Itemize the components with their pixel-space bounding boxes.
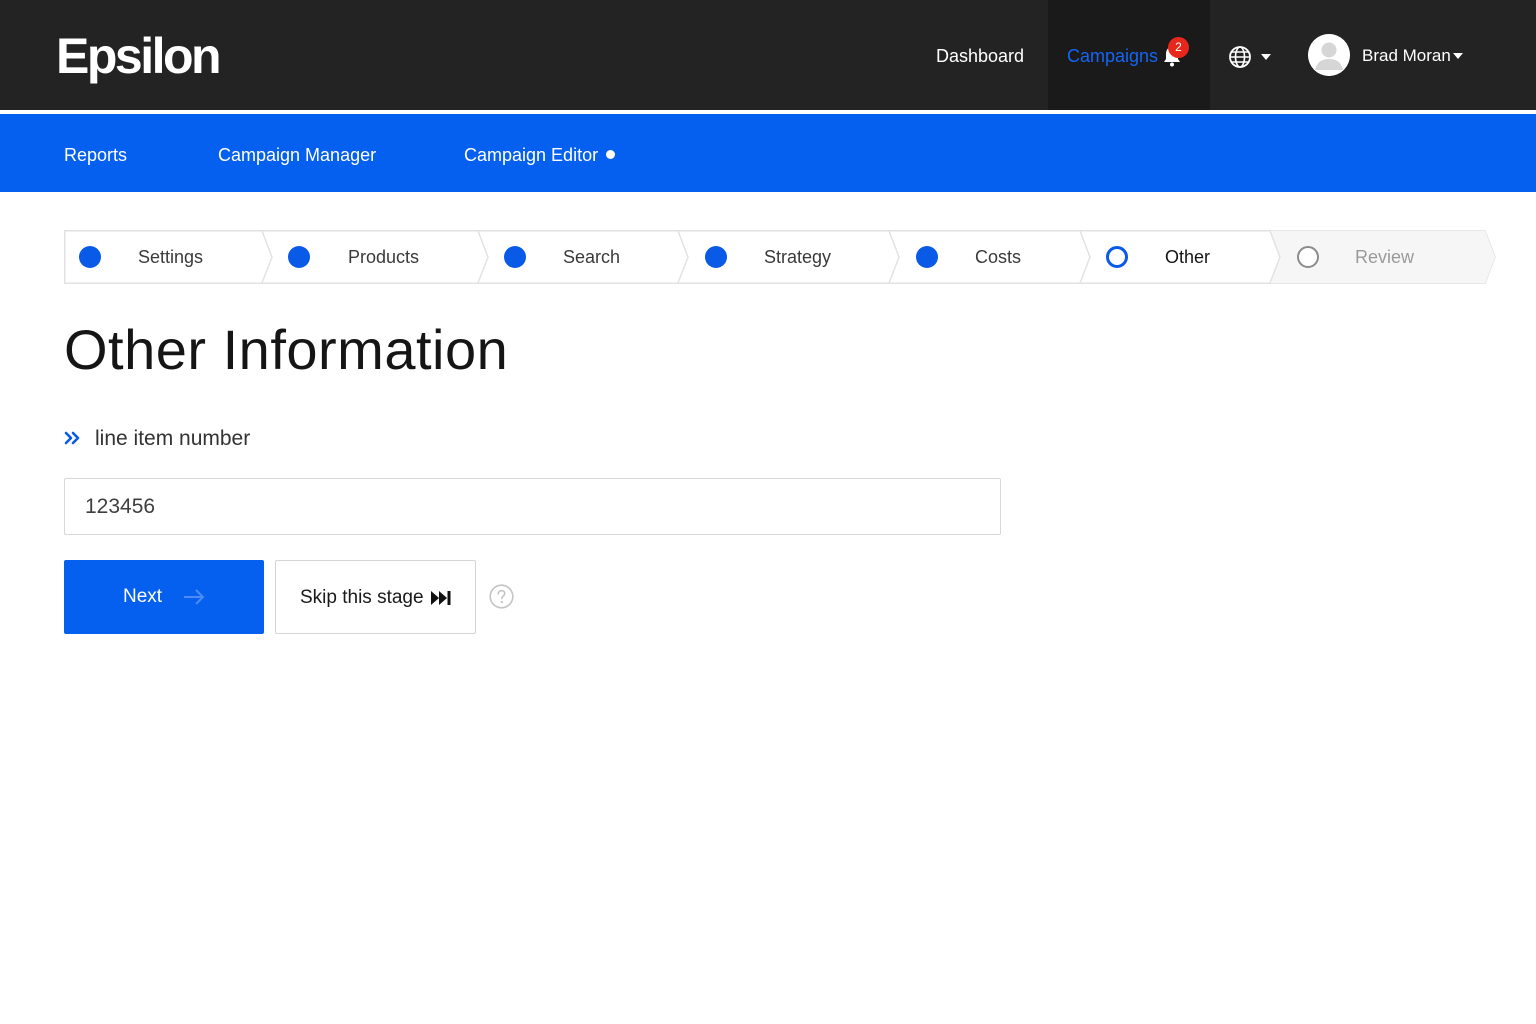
user-menu[interactable]: Brad Moran [1308,34,1478,78]
step-pending-icon [1297,246,1319,268]
subnav-item-campaign-editor[interactable]: Campaign Editor [464,142,616,168]
logo[interactable]: Epsilon [56,26,222,86]
step-other[interactable]: Other [1090,230,1270,284]
page-title: Other Information [64,318,509,381]
active-dot-icon [606,150,616,159]
nav-campaigns[interactable]: Campaigns 2 [1048,0,1210,110]
line-item-number-label: line item number [95,427,251,450]
step-complete-icon [916,246,938,268]
nav-dashboard[interactable]: Dashboard [936,43,1024,69]
globe-icon [1229,46,1251,68]
help-icon[interactable] [489,584,514,609]
next-button[interactable]: Next [64,560,264,634]
step-label: Products [348,247,420,267]
chevron-down-icon [1453,53,1463,59]
skip-stage-button[interactable]: Skip this stage [275,560,476,634]
sub-navigation: Reports Campaign Manager Campaign Editor [0,114,1536,192]
subnav-item-reports[interactable]: Reports [64,142,127,168]
avatar [1308,34,1350,76]
chevron-down-icon [1261,54,1271,60]
user-silhouette-icon [1308,34,1350,76]
skip-forward-icon [431,591,451,605]
skip-button-label: Skip this stage [300,587,424,608]
step-label: Search [563,247,621,267]
step-strategy[interactable]: Strategy [688,230,889,284]
user-name: Brad Moran [1362,46,1451,65]
language-menu[interactable] [1228,44,1276,70]
step-label: Costs [975,247,1022,267]
nav-campaigns-label: Campaigns [1067,46,1159,66]
step-review[interactable]: Review [1280,230,1485,284]
notification-badge: 2 [1168,37,1189,58]
step-settings[interactable]: Settings [64,230,264,284]
step-search[interactable]: Search [488,230,678,284]
step-label: Other [1165,247,1211,267]
line-item-number-input[interactable] [64,478,1001,535]
step-current-icon [1106,246,1128,268]
step-complete-icon [705,246,727,268]
step-complete-icon [79,246,101,268]
next-button-label: Next [123,586,163,607]
subnav-item-campaign-manager[interactable]: Campaign Manager [218,142,376,168]
progress-stepper: Settings Products Search Strategy Costs … [64,230,1496,284]
top-bar: Epsilon Dashboard Campaigns 2 Brad Moran [0,0,1536,110]
step-label: Review [1355,247,1415,267]
step-complete-icon [504,246,526,268]
step-costs[interactable]: Costs [899,230,1080,284]
arrow-right-icon [184,589,205,605]
step-label: Settings [138,247,204,267]
chevrons-right-icon [64,431,80,445]
step-products[interactable]: Products [272,230,478,284]
step-label: Strategy [764,247,832,267]
step-complete-icon [288,246,310,268]
subnav-item-label: Campaign Editor [464,145,599,165]
